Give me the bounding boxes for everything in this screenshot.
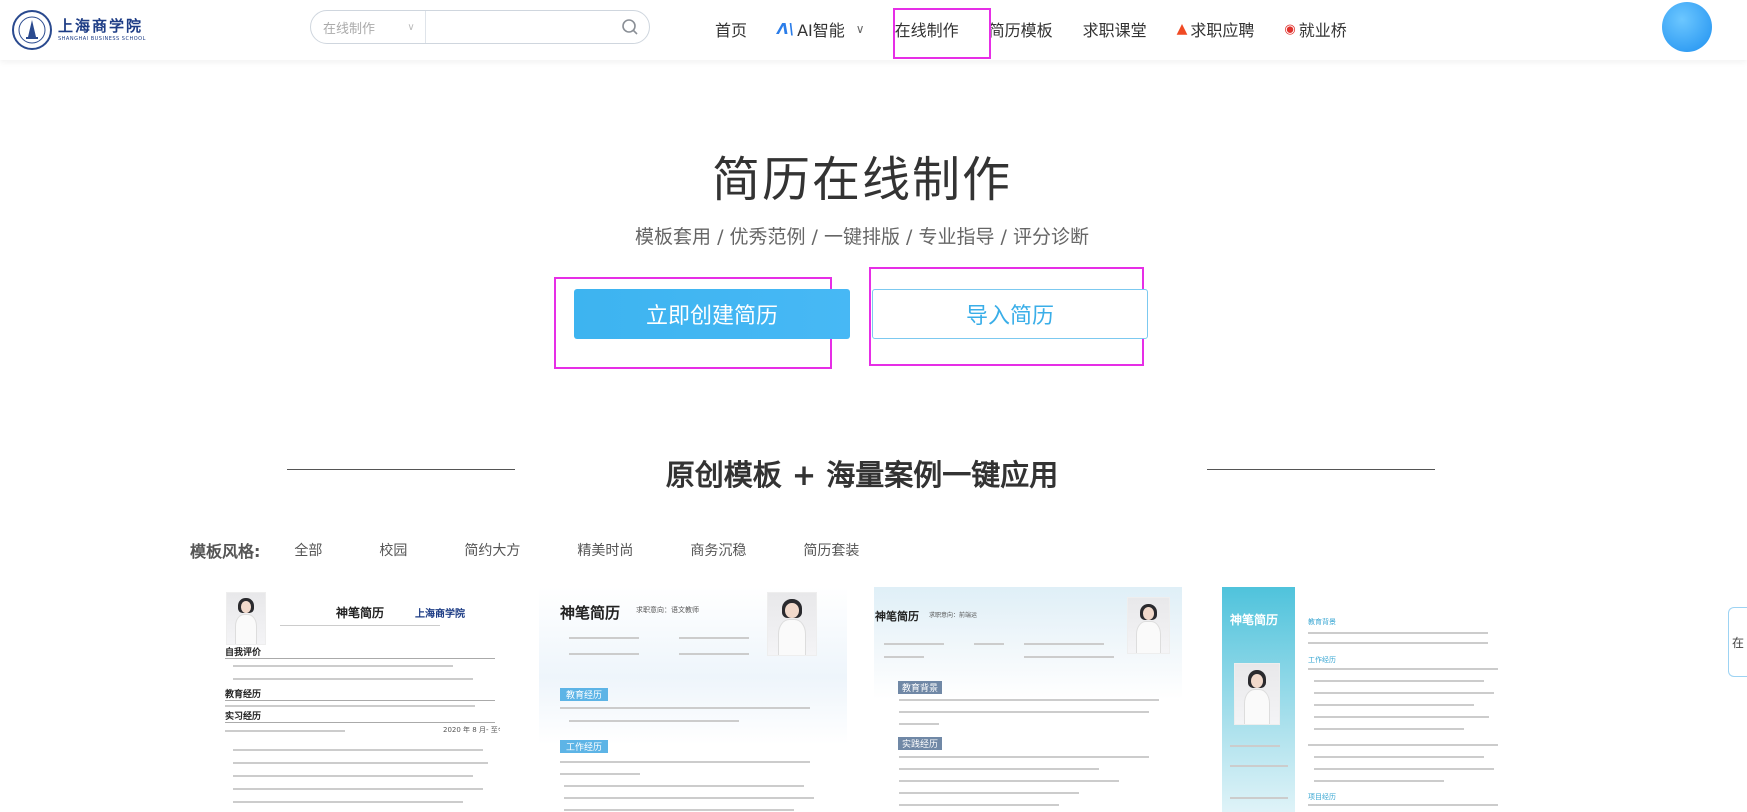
bridge-icon: ◉ (1284, 21, 1296, 37)
school-seal-icon (12, 10, 52, 50)
nav-classroom-label: 求职课堂 (1082, 21, 1147, 40)
template-card[interactable]: 神笔简历 求职意向：前端运 教育背景 实践经历 (874, 587, 1182, 812)
resume-name: 神笔简历 (560, 604, 621, 622)
resume-section-heading: 工作经历 (1308, 656, 1336, 664)
resume-name: 神笔简历 (1230, 613, 1279, 627)
resume-job-intent: 求职意向：前端运 (929, 612, 978, 619)
chevron-down-icon: ∨ (407, 22, 415, 33)
nav-classroom[interactable]: 求职课堂 (1068, 0, 1162, 58)
nav-jobs[interactable]: ▲ 求职应聘 (1162, 0, 1270, 58)
fire-icon: ▲ (1176, 21, 1188, 37)
nav-home-label: 首页 (715, 21, 748, 40)
logo-name: 上海商学院 (58, 16, 144, 35)
resume-section-heading: 教育背景 (898, 681, 943, 694)
resume-photo (767, 592, 817, 656)
nav-ai-label: AI智能 (797, 21, 845, 40)
resume-section-heading: 教育背景 (1308, 618, 1336, 626)
template-card[interactable]: 神笔简历 求职意向：语文教师 教育经历 工作经历 (539, 587, 847, 812)
section-title: 原创模板 + 海量案例一键应用 (665, 458, 1059, 492)
template-filter-bar: 模板风格: 全部 校园 简约大方 精美时尚 商务沉稳 简历套装 (190, 538, 916, 562)
resume-date: 2020 年 8 月- 至今 (443, 726, 500, 734)
filter-label: 模板风格: (190, 542, 261, 561)
nav-ai[interactable]: Λ\ AI智能 ∨ (762, 0, 880, 58)
resume-name: 神笔简历 (875, 610, 919, 623)
resume-section-heading: 实践经历 (898, 737, 943, 750)
search-icon[interactable] (612, 11, 649, 43)
chevron-down-icon: ∨ (855, 22, 865, 36)
filter-business[interactable]: 商务沉稳 (690, 540, 746, 560)
nav-home[interactable]: 首页 (700, 0, 762, 58)
nav-jobs-label: 求职应聘 (1190, 21, 1255, 40)
resume-job-intent: 求职意向：语文教师 (636, 606, 699, 614)
resume-name: 神笔简历 (336, 606, 385, 620)
main-nav: 首页 Λ\ AI智能 ∨ 在线制作 简历模板 求职课堂 ▲ 求职应聘 ◉ 就业桥 (700, 0, 1362, 58)
resume-photo (1234, 663, 1280, 725)
user-avatar[interactable] (1662, 2, 1712, 52)
divider (1207, 469, 1435, 470)
filter-fashion[interactable]: 精美时尚 (577, 540, 633, 560)
create-resume-button[interactable]: 立即创建简历 (574, 289, 850, 339)
resume-section-heading: 项目经历 (1308, 793, 1336, 801)
nav-bridge[interactable]: ◉ 就业桥 (1269, 0, 1361, 58)
filter-campus[interactable]: 校园 (379, 540, 407, 560)
nav-bridge-label: 就业桥 (1298, 21, 1347, 40)
search-input[interactable] (425, 11, 612, 43)
resume-school-logo: 上海商学院 (415, 609, 465, 620)
resume-photo (1127, 597, 1170, 654)
filter-simple[interactable]: 简约大方 (464, 540, 520, 560)
resume-section-heading: 教育经历 (225, 690, 262, 700)
search-category-select[interactable]: 在线制作 ∨ (311, 11, 426, 43)
school-logo[interactable]: 上海商学院 SHANGHAI BUSINESS SCHOOL (12, 10, 146, 50)
template-card[interactable]: 神笔简历 上海商学院 自我评价 教育经历 实习经历 2020 年 8 月- 至今 (223, 587, 500, 812)
page-subtitle: 模板套用 / 优秀范例 / 一键排版 / 专业指导 / 评分诊断 (635, 226, 1089, 248)
search-category-label: 在线制作 (323, 21, 376, 37)
resume-section-heading: 自我评价 (225, 648, 262, 658)
filter-suite[interactable]: 简历套装 (803, 540, 859, 560)
import-resume-button[interactable]: 导入简历 (872, 289, 1148, 339)
page-title: 简历在线制作 (711, 152, 1012, 208)
nav-templates[interactable]: 简历模板 (974, 0, 1068, 58)
resume-section-heading: 实习经历 (225, 712, 262, 722)
logo-english: SHANGHAI BUSINESS SCHOOL (58, 35, 146, 42)
nav-online-make-label: 在线制作 (894, 21, 959, 40)
top-header: 上海商学院 SHANGHAI BUSINESS SCHOOL 在线制作 ∨ 首页… (0, 0, 1747, 60)
resume-section-heading: 工作经历 (560, 740, 609, 753)
filter-all[interactable]: 全部 (294, 540, 322, 560)
resume-section-heading: 教育经历 (560, 688, 609, 701)
nav-templates-label: 简历模板 (988, 21, 1053, 40)
search-bar: 在线制作 ∨ (310, 10, 650, 44)
resume-photo (226, 592, 266, 645)
ai-logo-icon: Λ\ (777, 20, 795, 38)
template-card[interactable]: 神笔简历 教育背景 工作经历 项目经历 (1222, 587, 1498, 812)
nav-online-make[interactable]: 在线制作 (880, 0, 974, 58)
side-float-tab[interactable]: 在 (1728, 607, 1747, 677)
